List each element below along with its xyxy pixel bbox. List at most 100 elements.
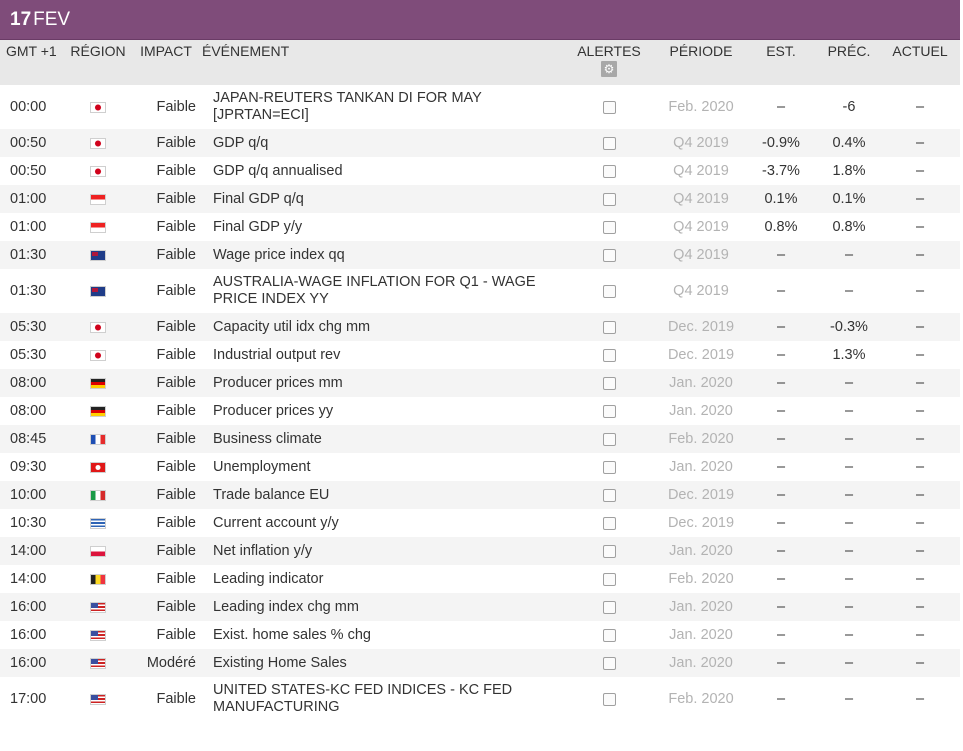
alert-checkbox[interactable] xyxy=(602,248,616,262)
col-header-event: ÉVÉNEMENT xyxy=(198,40,560,85)
event-name[interactable]: Net inflation y/y xyxy=(198,537,560,565)
table-row[interactable]: 17:00 Faible UNITED STATES-KC FED INDICES … xyxy=(0,677,960,721)
alert-checkbox[interactable] xyxy=(602,376,616,390)
gear-icon[interactable]: ⚙ xyxy=(601,61,617,77)
alert-checkbox[interactable] xyxy=(602,628,616,642)
actual-value: – xyxy=(915,655,925,671)
estimate-value: – xyxy=(776,571,786,587)
event-period: Feb. 2020 xyxy=(668,691,734,707)
alert-checkbox[interactable] xyxy=(602,284,616,298)
event-name[interactable]: Capacity util idx chg mm xyxy=(198,313,560,341)
previous-value: – xyxy=(844,627,854,643)
alert-checkbox[interactable] xyxy=(602,516,616,530)
impact-level: Faible xyxy=(156,99,197,115)
flag-de-icon xyxy=(90,377,106,389)
region-cell xyxy=(62,593,134,621)
table-row[interactable]: 08:45 Faible Business climate Feb. 2020 – – – xyxy=(0,425,960,453)
event-name[interactable]: Industrial output rev xyxy=(198,341,560,369)
event-name[interactable]: GDP q/q annualised xyxy=(198,157,560,185)
event-name[interactable]: GDP q/q xyxy=(198,129,560,157)
event-name[interactable]: Leading indicator xyxy=(198,565,560,593)
event-name[interactable]: Current account y/y xyxy=(198,509,560,537)
event-name[interactable]: Producer prices mm xyxy=(198,369,560,397)
table-row[interactable]: 01:00 Faible Final GDP q/q Q4 2019 0.1% 0.1% – xyxy=(0,185,960,213)
event-name[interactable]: Trade balance EU xyxy=(198,481,560,509)
table-row[interactable]: 00:00 Faible JAPAN-REUTERS TANKAN DI FOR M… xyxy=(0,85,960,129)
event-name[interactable]: UNITED STATES-KC FED INDICES - KC FED MA… xyxy=(198,677,560,721)
alert-cell xyxy=(560,397,658,425)
event-name[interactable]: Wage price index qq xyxy=(198,241,560,269)
event-period: Jan. 2020 xyxy=(669,627,733,643)
actual-value: – xyxy=(915,627,925,643)
alert-checkbox[interactable] xyxy=(602,488,616,502)
previous-value: 1.8% xyxy=(832,163,866,179)
event-name[interactable]: Exist. home sales % chg xyxy=(198,621,560,649)
table-row[interactable]: 01:30 Faible Wage price index qq Q4 2019 – – – xyxy=(0,241,960,269)
events-table: GMT +1 RÉGION IMPACT ÉVÉNEMENT ALERTES ⚙… xyxy=(0,40,960,721)
region-cell xyxy=(62,649,134,677)
actual-value: – xyxy=(915,219,925,235)
event-time: 09:30 xyxy=(10,459,47,475)
alert-checkbox[interactable] xyxy=(602,404,616,418)
event-name[interactable]: AUSTRALIA-WAGE INFLATION FOR Q1 - WAGE P… xyxy=(198,269,560,313)
alert-checkbox[interactable] xyxy=(602,220,616,234)
event-time: 01:00 xyxy=(10,191,47,207)
estimate-value: – xyxy=(776,375,786,391)
table-row[interactable]: 14:00 Faible Net inflation y/y Jan. 2020 – – – xyxy=(0,537,960,565)
actual-value: – xyxy=(915,599,925,615)
table-row[interactable]: 00:50 Faible GDP q/q annualised Q4 2019 -3.7… xyxy=(0,157,960,185)
alert-checkbox[interactable] xyxy=(602,164,616,178)
table-row[interactable]: 09:30 Faible Unemployment Jan. 2020 – – – xyxy=(0,453,960,481)
table-row[interactable]: 05:30 Faible Capacity util idx chg mm Dec. … xyxy=(0,313,960,341)
previous-value: – xyxy=(844,543,854,559)
table-row[interactable]: 00:50 Faible GDP q/q Q4 2019 -0.9% 0.4% – xyxy=(0,129,960,157)
alert-cell xyxy=(560,157,658,185)
table-row[interactable]: 16:00 Faible Leading index chg mm Jan. 2020… xyxy=(0,593,960,621)
alert-checkbox[interactable] xyxy=(602,432,616,446)
estimate-value: – xyxy=(776,599,786,615)
col-header-time: GMT +1 xyxy=(0,40,62,85)
estimate-value: -3.7% xyxy=(762,163,800,179)
alert-cell xyxy=(560,621,658,649)
region-cell xyxy=(62,129,134,157)
alert-checkbox[interactable] xyxy=(602,692,616,706)
table-row[interactable]: 01:00 Faible Final GDP y/y Q4 2019 0.8% 0.8% – xyxy=(0,213,960,241)
event-period: Jan. 2020 xyxy=(669,655,733,671)
event-name[interactable]: Final GDP q/q xyxy=(198,185,560,213)
table-row[interactable]: 10:00 Faible Trade balance EU Dec. 2019 – – – xyxy=(0,481,960,509)
impact-level: Faible xyxy=(156,691,197,707)
event-name[interactable]: Leading index chg mm xyxy=(198,593,560,621)
alert-checkbox[interactable] xyxy=(602,572,616,586)
alert-checkbox[interactable] xyxy=(602,192,616,206)
table-row[interactable]: 08:00 Faible Producer prices yy Jan. 2020 – –… xyxy=(0,397,960,425)
impact-level: Faible xyxy=(156,319,197,335)
event-name[interactable]: Business climate xyxy=(198,425,560,453)
alert-cell xyxy=(560,341,658,369)
table-row[interactable]: 05:30 Faible Industrial output rev Dec. 201… xyxy=(0,341,960,369)
table-row[interactable]: 01:30 Faible AUSTRALIA-WAGE INFLATION FOR … xyxy=(0,269,960,313)
alert-checkbox[interactable] xyxy=(602,544,616,558)
previous-value: – xyxy=(844,247,854,263)
table-row[interactable]: 16:00 Faible Exist. home sales % chg Jan. 2… xyxy=(0,621,960,649)
event-name[interactable]: JAPAN-REUTERS TANKAN DI FOR MAY [JPRTAN=… xyxy=(198,85,560,129)
alert-checkbox[interactable] xyxy=(602,600,616,614)
alert-checkbox[interactable] xyxy=(602,320,616,334)
table-row[interactable]: 16:00 Modéré Existing Home Sales Jan. 2020 –… xyxy=(0,649,960,677)
alert-checkbox[interactable] xyxy=(602,348,616,362)
table-row[interactable]: 08:00 Faible Producer prices mm Jan. 2020 – –… xyxy=(0,369,960,397)
alert-checkbox[interactable] xyxy=(602,136,616,150)
event-name[interactable]: Producer prices yy xyxy=(198,397,560,425)
event-time: 14:00 xyxy=(10,571,47,587)
table-row[interactable]: 10:30 Faible Current account y/y Dec. 2019 –… xyxy=(0,509,960,537)
event-name[interactable]: Final GDP y/y xyxy=(198,213,560,241)
previous-value: – xyxy=(844,459,854,475)
table-row[interactable]: 14:00 Faible Leading indicator Feb. 2020 – – – xyxy=(0,565,960,593)
alert-cell xyxy=(560,425,658,453)
alert-checkbox[interactable] xyxy=(602,656,616,670)
alert-checkbox[interactable] xyxy=(602,460,616,474)
col-header-actual: ACTUEL xyxy=(880,40,960,85)
event-name[interactable]: Existing Home Sales xyxy=(198,649,560,677)
event-period: Jan. 2020 xyxy=(669,459,733,475)
event-name[interactable]: Unemployment xyxy=(198,453,560,481)
alert-checkbox[interactable] xyxy=(602,100,616,114)
